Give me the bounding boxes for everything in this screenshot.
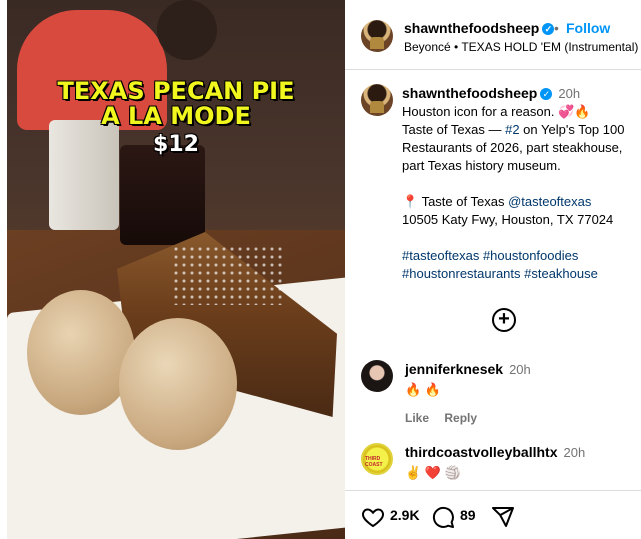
powdered-sugar (172, 245, 282, 305)
drink-glass (120, 145, 205, 245)
mention-link[interactable]: @tasteoftexas (508, 194, 591, 209)
post-side-panel: shawnthefoodsheep ✓ • Follow Beyoncé • TE… (345, 0, 641, 539)
load-more-comments-icon[interactable]: + (492, 308, 516, 332)
comment-icon[interactable] (431, 505, 455, 529)
comment-body: jenniferknesek 20h 🔥 🔥 Like Reply (405, 360, 635, 427)
caption-time: 20h (558, 86, 581, 101)
comment-text: ✌️ ❤️ 🏐 (405, 465, 461, 480)
caption-line1: Houston icon for a reason. 💞🔥 (402, 104, 591, 119)
verified-badge-icon: ✓ (542, 23, 555, 35)
caption-location: 📍 Taste of Texas @tasteoftexas (402, 193, 641, 211)
commenter-avatar[interactable] (361, 360, 393, 392)
like-count[interactable]: 2.9K (390, 507, 420, 523)
comment-like-button[interactable]: Like (405, 411, 429, 425)
commenter-username[interactable]: thirdcoastvolleyballhtx (405, 444, 557, 460)
verified-badge-icon: ✓ (540, 88, 553, 100)
background-person-head (157, 0, 217, 60)
comment-actions: Like Reply (405, 409, 635, 427)
hashtag-link[interactable]: #tasteoftexas #houstonfoodies (402, 247, 641, 265)
hashtag-link[interactable]: #2 (505, 122, 519, 137)
caption-body: shawnthefoodsheep ✓ 20h Houston icon for a… (402, 84, 641, 283)
caption-text: Taste of Texas — (402, 122, 506, 137)
heart-icon[interactable] (361, 505, 385, 529)
caption-username[interactable]: shawnthefoodsheep (402, 85, 537, 101)
comment-time: 20h (509, 362, 531, 377)
overlay-price: $12 (153, 132, 199, 157)
share-icon[interactable] (491, 505, 515, 529)
location-name: Taste of Texas (421, 194, 509, 209)
caption-address: 10505 Katy Fwy, Houston, TX 77024 (402, 212, 614, 227)
overlay-title-line2: A LA MODE (101, 102, 251, 130)
author-username[interactable]: shawnthefoodsheep ✓ (404, 20, 555, 36)
caption-avatar[interactable] (361, 84, 393, 116)
comment-count[interactable]: 89 (460, 507, 476, 523)
comment-text: 🔥 🔥 (405, 382, 441, 397)
caption-line2: Taste of Texas — #2 on Yelp's Top 100 Re… (402, 121, 641, 175)
author-avatar[interactable] (361, 20, 393, 52)
commenter-avatar[interactable] (361, 443, 393, 475)
author-username-text[interactable]: shawnthefoodsheep (404, 20, 539, 36)
action-bar: 2.9K 89 (345, 490, 641, 539)
location-pin-icon: 📍 (402, 194, 419, 209)
audio-track[interactable]: Beyoncé • TEXAS HOLD 'EM (Instrumental) (404, 40, 638, 54)
hashtag-link[interactable]: #houstonrestaurants #steakhouse (402, 265, 641, 283)
follow-button[interactable]: Follow (566, 20, 610, 36)
comment-time: 20h (563, 445, 586, 460)
ice-cream-scoop (27, 290, 135, 415)
ice-cream-scoop (119, 318, 237, 450)
separator-dot: • (554, 20, 559, 36)
post-media[interactable]: TEXAS PECAN PIE A LA MODE $12 (7, 0, 345, 539)
comment-reply-button[interactable]: Reply (444, 411, 477, 425)
post-header: shawnthefoodsheep ✓ • Follow Beyoncé • TE… (345, 0, 641, 70)
commenter-username[interactable]: jenniferknesek (405, 361, 503, 377)
comment-body: thirdcoastvolleyballhtx 20h ✌️ ❤️ 🏐 (405, 443, 635, 482)
